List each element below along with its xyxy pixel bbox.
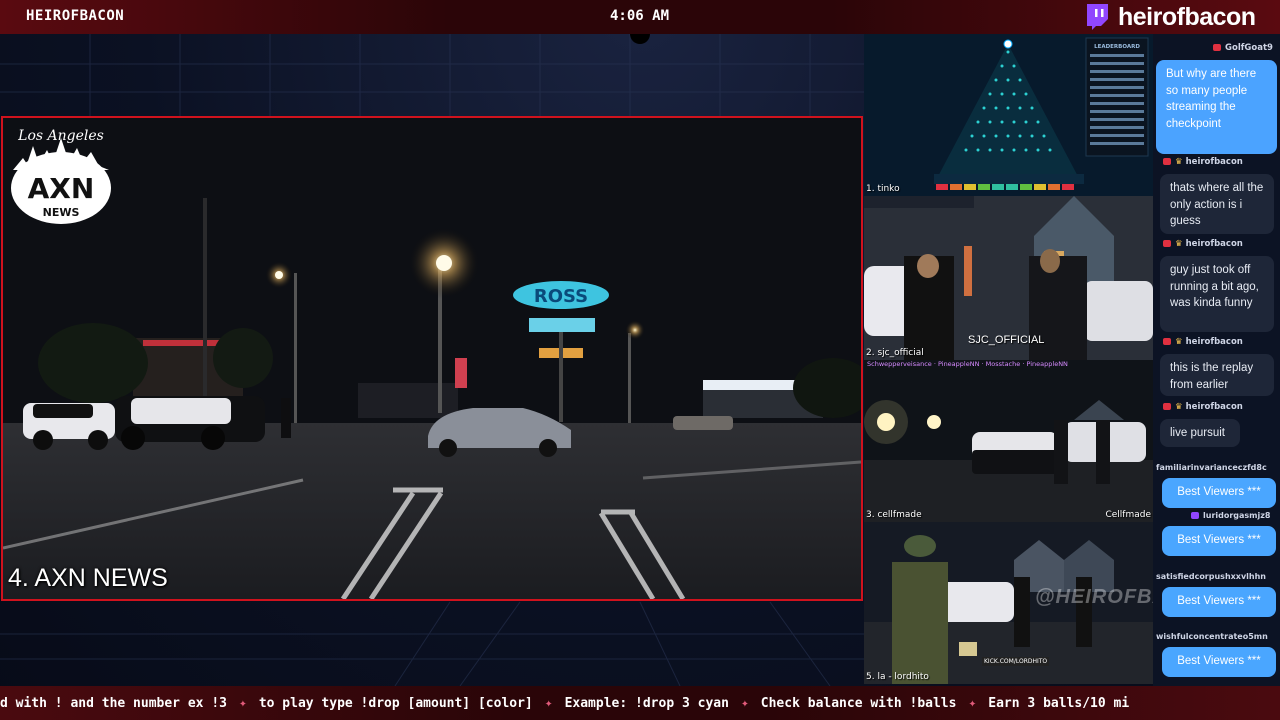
stream-tile-2[interactable]: SJC_OFFICIAL 2. sjc_official bbox=[864, 196, 1153, 360]
brand-handle: heirofbacon bbox=[1118, 2, 1256, 31]
chat-bubble: Best Viewers *** bbox=[1162, 587, 1276, 617]
stream-tile-4-label: 5. la - lordhito bbox=[866, 672, 929, 682]
candy-icon: ✦ bbox=[238, 696, 247, 711]
stream-3-overlay-tag: Cellfmade bbox=[1105, 510, 1151, 520]
ticker-segment: d with ! and the number ex !3 bbox=[0, 696, 227, 711]
ticker-bar: d with ! and the number ex !3 ✦ to play ty… bbox=[0, 686, 1280, 720]
chat-bubble: thats where all the only action is i gue… bbox=[1160, 174, 1274, 234]
main-stream-scene: ROSS bbox=[3, 118, 861, 599]
chat-username: heirofbacon bbox=[1185, 402, 1243, 412]
chat-bubble: Best Viewers *** bbox=[1162, 526, 1276, 556]
badge-icon bbox=[1163, 403, 1171, 410]
ticker-segment: Earn 3 balls/10 mi bbox=[988, 696, 1130, 711]
chat-username: luridorgasmjz8 bbox=[1203, 511, 1271, 520]
badge-icon bbox=[1191, 512, 1199, 519]
stream-tile-2-label: 2. sjc_official bbox=[866, 348, 924, 358]
crown-icon: ♛ bbox=[1175, 402, 1183, 412]
ticker-segment: Example: !drop 3 cyan bbox=[564, 696, 729, 711]
crown-icon: ♛ bbox=[1175, 337, 1183, 347]
chat-username: familiarinvarianceczfd8c bbox=[1156, 463, 1267, 472]
stream-tile-1[interactable]: LEADERBOARD 1. tinko bbox=[864, 34, 1153, 196]
candy-icon: ✦ bbox=[968, 696, 977, 711]
chat-bubble: Best Viewers *** bbox=[1162, 647, 1276, 677]
main-stream-label: 4. AXN NEWS bbox=[8, 564, 168, 592]
clock: 4:06 AM bbox=[610, 8, 670, 24]
chat-bubble: guy just took off running a bit ago, was… bbox=[1160, 256, 1274, 332]
chat-username: heirofbacon bbox=[1185, 337, 1243, 347]
chat-bubble: this is the replay from earlier bbox=[1160, 354, 1274, 396]
top-bar: HEIROFBACON 4:06 AM heirofbacon bbox=[0, 0, 1280, 34]
chat-username: satisfiedcorpushxxvlhhn bbox=[1156, 572, 1266, 581]
chat-bubble: But why are there so many people streami… bbox=[1156, 60, 1277, 154]
stream-2-overlay-tag: SJC_OFFICIAL bbox=[968, 334, 1045, 346]
channel-name: HEIROFBACON bbox=[26, 8, 125, 24]
stream-3-scene bbox=[864, 360, 1153, 522]
ticker-segment: Check balance with !balls bbox=[760, 696, 957, 711]
chat-username: heirofbacon bbox=[1185, 239, 1243, 249]
stream-3-chat-names: Schwepperveisance · PineappleNN · Mossta… bbox=[867, 360, 1068, 368]
ross-sign-text: ROSS bbox=[534, 286, 588, 307]
crown-icon: ♛ bbox=[1175, 157, 1183, 167]
badge-icon bbox=[1163, 240, 1171, 247]
chat-panel: GolfGoat9 But why are there so many peop… bbox=[1153, 34, 1280, 686]
stream-tile-3[interactable]: Schwepperveisance · PineappleNN · Mossta… bbox=[864, 360, 1153, 522]
police-car-right bbox=[115, 396, 265, 450]
axn-logo-top: Los Angeles bbox=[17, 128, 104, 144]
stream-overlay: HEIROFBACON 4:06 AM heirofbacon ROSS Los… bbox=[0, 0, 1280, 720]
plinko-board: LEADERBOARD bbox=[864, 34, 1153, 196]
candy-icon: ✦ bbox=[740, 696, 749, 711]
stream-4-overlay-tag: KICK.COM/LORDHITO bbox=[982, 657, 1050, 666]
badge-icon bbox=[1163, 158, 1171, 165]
axn-logo-sub: NEWS bbox=[43, 206, 80, 219]
chat-bubble: live pursuit bbox=[1160, 419, 1240, 447]
axn-news-logo: Los Angeles AXN NEWS bbox=[11, 128, 111, 224]
twitch-icon bbox=[1087, 4, 1108, 30]
leaderboard-title: LEADERBOARD bbox=[1094, 44, 1140, 50]
ticker-text: d with ! and the number ex !3 ✦ to play ty… bbox=[0, 696, 1129, 711]
axn-logo-main: AXN bbox=[28, 172, 95, 205]
main-stream[interactable]: ROSS Los Angeles AXN NEWS 4. AXN NEWS bbox=[1, 116, 863, 601]
ticker-segment: to play type !drop [amount] [color] bbox=[258, 696, 533, 711]
crown-icon: ♛ bbox=[1175, 239, 1183, 249]
chat-bubble: Best Viewers *** bbox=[1162, 478, 1276, 508]
chat-username: GolfGoat9 bbox=[1225, 43, 1273, 53]
stream-tile-3-label: 3. cellfmade bbox=[866, 510, 922, 520]
candy-icon: ✦ bbox=[544, 696, 553, 711]
brand: heirofbacon bbox=[1084, 2, 1256, 32]
chat-username: heirofbacon bbox=[1185, 157, 1243, 167]
badge-icon bbox=[1213, 44, 1221, 51]
stream-tile-1-label: 1. tinko bbox=[866, 184, 900, 194]
chat-username: wishfulconcentrateo5mn bbox=[1156, 632, 1268, 641]
badge-icon bbox=[1163, 338, 1171, 345]
